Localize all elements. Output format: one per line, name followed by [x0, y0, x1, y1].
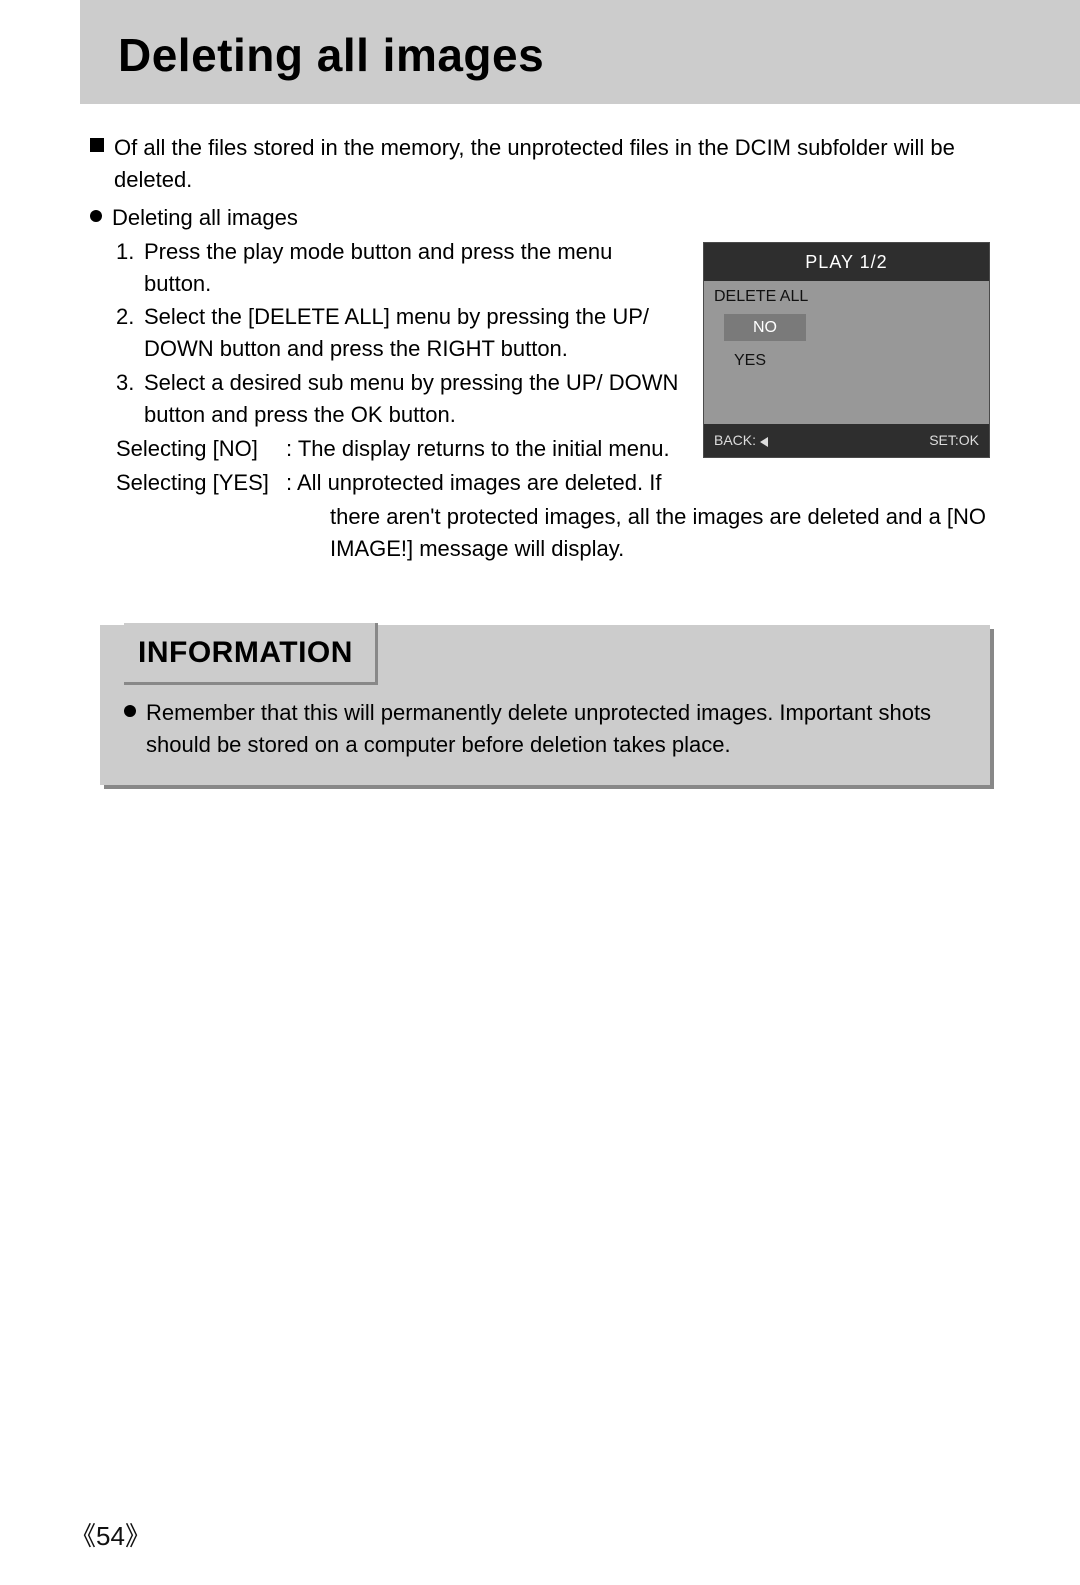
information-label: INFORMATION — [124, 623, 378, 686]
selecting-no-label: Selecting [NO] — [116, 433, 286, 465]
lcd-footer: BACK: SET:OK — [704, 424, 989, 456]
step-number: 3. — [116, 367, 138, 431]
triangle-left-icon — [760, 437, 768, 447]
info-bullet: Remember that this will permanently dele… — [124, 697, 966, 761]
page-title: Deleting all images — [118, 28, 1080, 82]
selecting-yes-text: : All unprotected images are deleted. If — [286, 467, 661, 499]
angle-left-icon: 《 — [70, 1522, 96, 1551]
step-3: 3. Select a desired sub menu by pressing… — [90, 367, 685, 431]
body-content: Of all the files stored in the memory, t… — [70, 104, 990, 785]
step-number: 1. — [116, 236, 138, 300]
steps-column: 1. Press the play mode button and press … — [90, 236, 685, 499]
information-text: Remember that this will permanently dele… — [146, 697, 966, 761]
camera-lcd-screenshot: PLAY 1/2 DELETE ALL NO YES BACK: SET:OK — [703, 242, 990, 458]
step-number: 2. — [116, 301, 138, 365]
lcd-option-yes: YES — [714, 345, 780, 376]
dot-bullet-icon — [90, 210, 102, 222]
lcd-body: DELETE ALL NO YES — [704, 281, 989, 425]
subhead-text: Deleting all images — [112, 202, 298, 234]
lcd-footer-set: SET:OK — [929, 430, 979, 450]
selecting-yes-continuation: there aren't protected images, all the i… — [90, 501, 990, 565]
angle-right-icon: 》 — [125, 1522, 151, 1551]
selecting-no-line: Selecting [NO] : The display returns to … — [90, 433, 685, 465]
dot-bullet-icon — [124, 705, 136, 717]
page-number: 《54》 — [70, 1516, 151, 1553]
step-text: Press the play mode button and press the… — [144, 236, 685, 300]
lcd-footer-back: BACK: — [714, 430, 768, 450]
title-band: Deleting all images — [80, 0, 1080, 104]
step-2: 2. Select the [DELETE ALL] menu by press… — [90, 301, 685, 365]
square-bullet-icon — [90, 138, 104, 152]
step-text: Select the [DELETE ALL] menu by pressing… — [144, 301, 685, 365]
lcd-option-no: NO — [724, 314, 806, 341]
step-1: 1. Press the play mode button and press … — [90, 236, 685, 300]
selecting-no-text: : The display returns to the initial men… — [286, 433, 670, 465]
selecting-yes-line: Selecting [YES] : All unprotected images… — [90, 467, 685, 499]
selecting-yes-label: Selecting [YES] — [116, 467, 286, 499]
subhead-bullet: Deleting all images — [90, 202, 990, 234]
intro-bullet: Of all the files stored in the memory, t… — [90, 132, 990, 196]
lcd-menu-title: DELETE ALL — [704, 281, 989, 312]
intro-text: Of all the files stored in the memory, t… — [114, 132, 990, 196]
lcd-header: PLAY 1/2 — [704, 243, 989, 281]
information-box: INFORMATION Remember that this will perm… — [100, 625, 990, 785]
step-text: Select a desired sub menu by pressing th… — [144, 367, 685, 431]
